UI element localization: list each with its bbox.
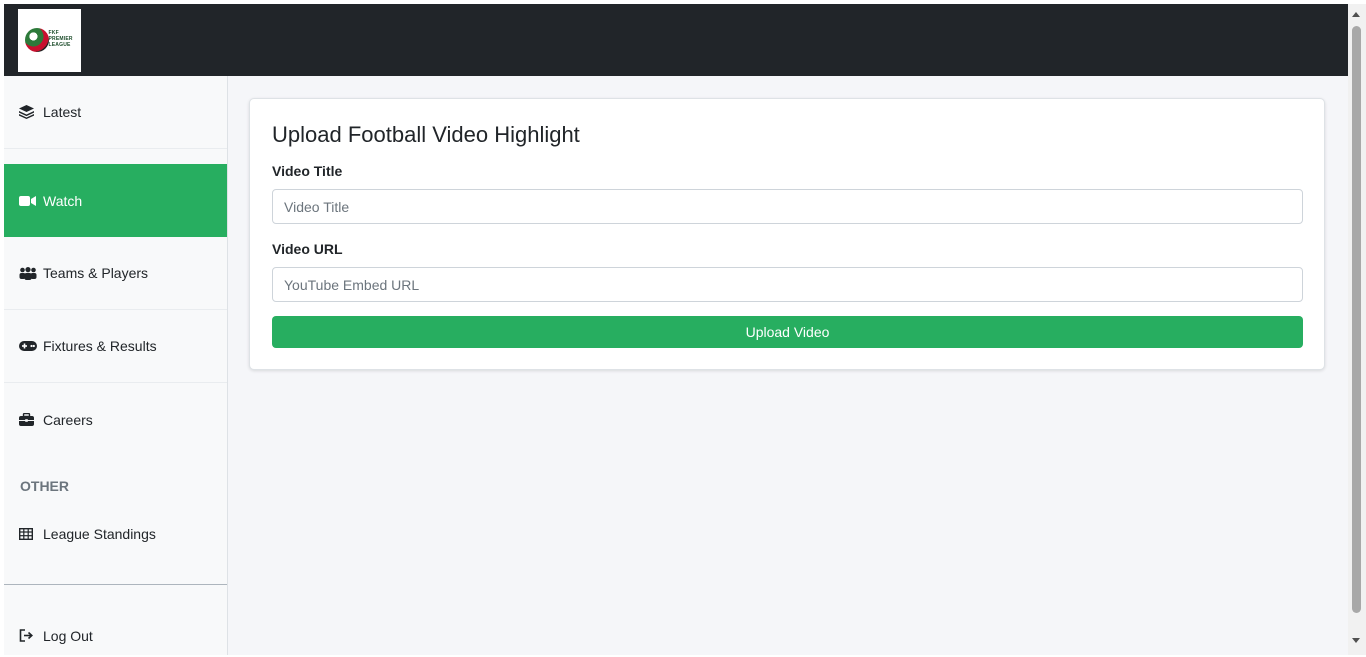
brand-logo[interactable]: FKF PREMIER LEAGUE [18,9,81,72]
logout-label: Log Out [43,627,93,644]
sidebar-item-teams-players[interactable]: Teams & Players [4,237,227,310]
sidebar-item-label: Teams & Players [43,265,149,281]
sidebar-item-label: Fixtures & Results [43,338,157,354]
football-logo-icon [24,27,49,52]
layers-icon [19,105,37,119]
sidebar-item-latest[interactable]: Latest [4,76,227,149]
table-grid-icon [19,527,37,541]
sidebar-item-fixtures-results[interactable]: Fixtures & Results [4,310,227,383]
sidebar: Latest Watch Teams & Players Fixtures & … [4,76,228,655]
upload-video-card: Upload Football Video Highlight Video Ti… [249,98,1325,370]
page-title: Upload Football Video Highlight [272,122,580,147]
sidebar-item-label: Careers [43,411,93,428]
sidebar-item-label: League Standings [43,525,156,542]
scroll-up-arrow-icon[interactable] [1352,12,1360,17]
video-title-label: Video Title [272,163,343,179]
users-icon [19,266,37,280]
gamepad-icon [19,339,37,353]
logout-icon [19,629,37,643]
sidebar-item-watch[interactable]: Watch [4,164,227,237]
logo-mark: FKF PREMIER LEAGUE [24,26,75,56]
top-navbar: FKF PREMIER LEAGUE [4,4,1348,76]
video-camera-icon [19,194,37,208]
briefcase-icon [19,413,37,427]
sidebar-item-careers[interactable]: Careers [4,383,227,456]
scrollbar-thumb[interactable] [1352,26,1361,613]
app-frame: FKF PREMIER LEAGUE Latest Watch Teams & Pl… [4,4,1348,655]
video-url-input[interactable] [272,267,1303,302]
video-title-input[interactable] [272,189,1303,224]
sidebar-divider [4,584,227,585]
sidebar-item-league-standings[interactable]: League Standings [4,497,227,570]
logout-button[interactable]: Log Out [4,599,227,655]
video-url-label: Video URL [272,241,343,257]
sidebar-section-other: OTHER [20,478,69,494]
scroll-down-arrow-icon[interactable] [1352,638,1360,643]
sidebar-item-label: Latest [43,104,82,120]
logo-wordmark: FKF PREMIER LEAGUE [48,29,73,48]
sidebar-item-label: Watch [43,192,83,209]
page-scrollbar[interactable] [1348,4,1366,655]
upload-video-button[interactable]: Upload Video [272,316,1303,348]
